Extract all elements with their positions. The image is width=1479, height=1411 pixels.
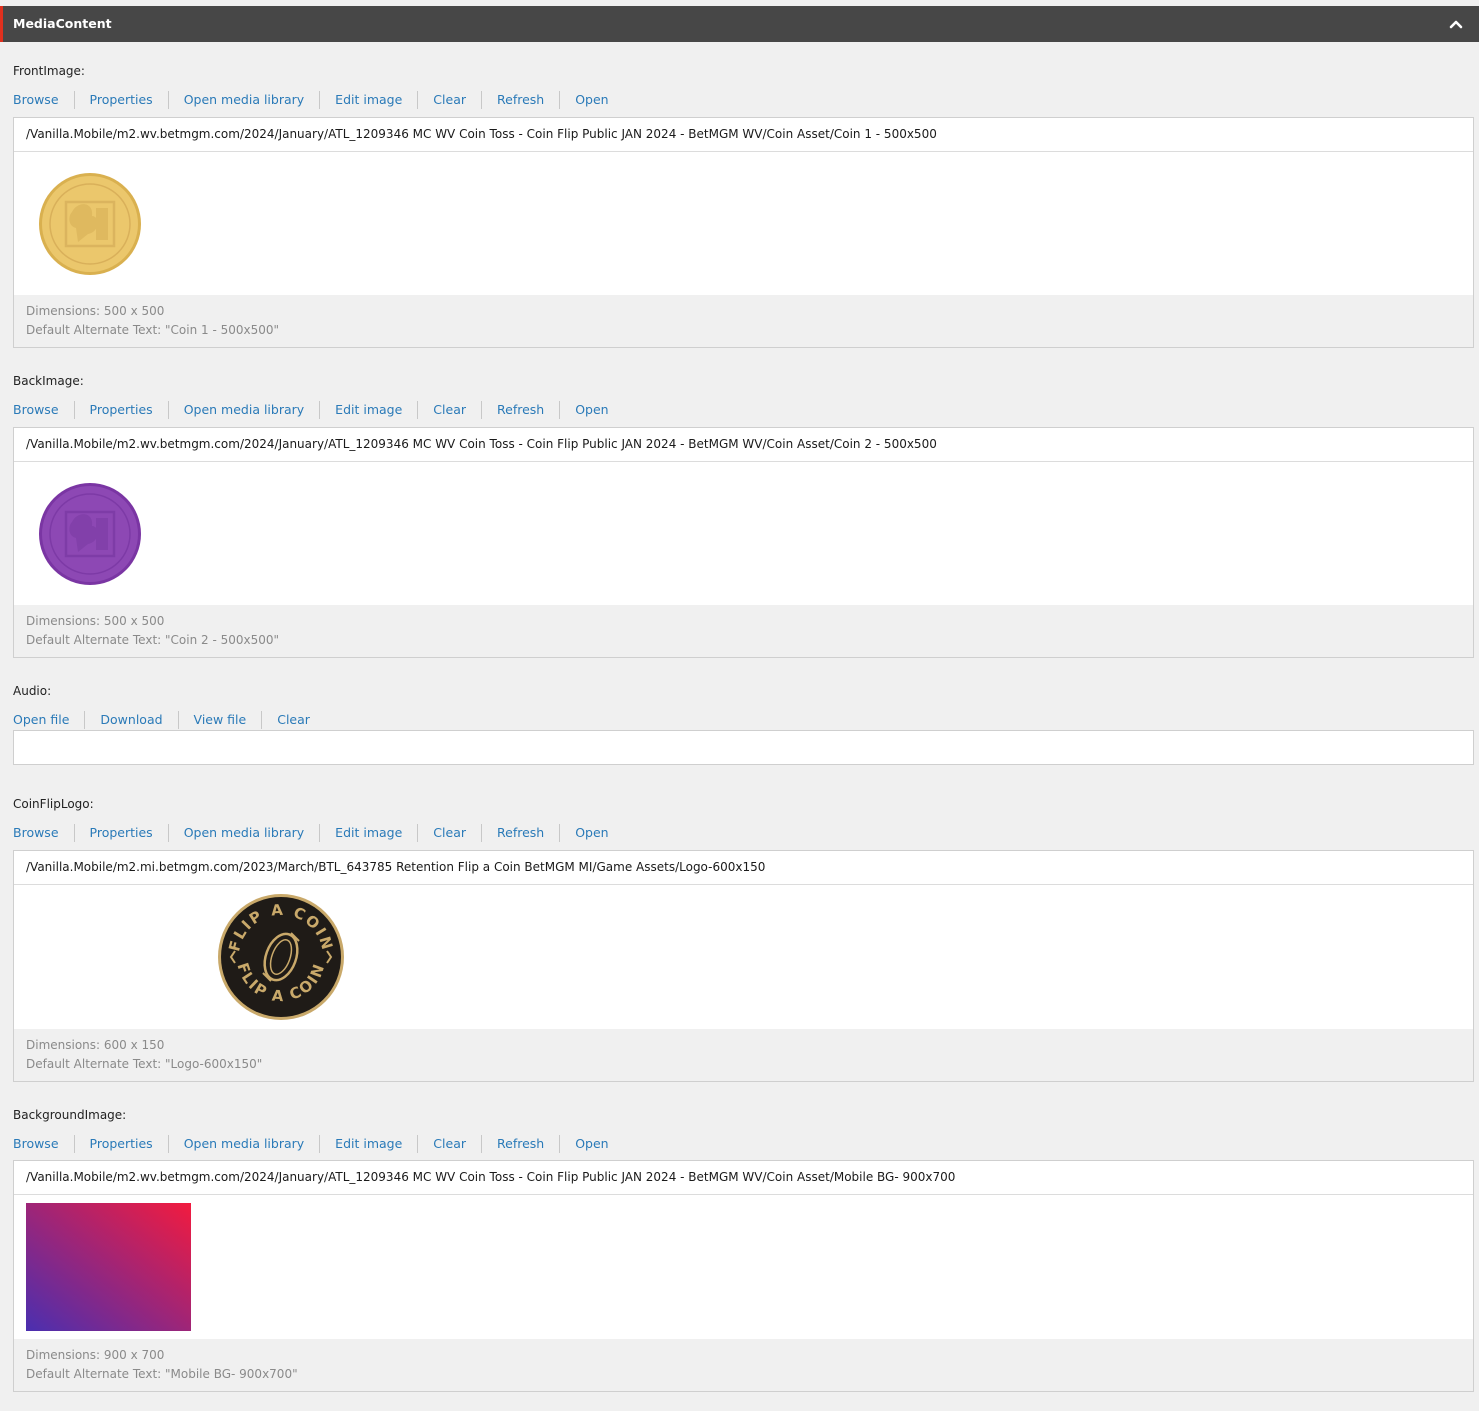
image-actions-toolbar: Browse Properties Open media library Edi… bbox=[13, 1135, 624, 1153]
refresh-link[interactable]: Refresh bbox=[481, 91, 559, 109]
image-path-field[interactable]: /Vanilla.Mobile/m2.wv.betmgm.com/2024/Ja… bbox=[14, 1161, 1473, 1195]
section-header-media-content[interactable]: MediaContent bbox=[0, 6, 1479, 42]
image-preview-area bbox=[14, 462, 1473, 606]
image-dimensions: Dimensions: 500 x 500 bbox=[26, 304, 165, 318]
browse-link[interactable]: Browse bbox=[13, 401, 74, 419]
properties-link[interactable]: Properties bbox=[73, 91, 168, 109]
audio-input[interactable] bbox=[13, 730, 1474, 765]
view-file-link[interactable]: View file bbox=[177, 711, 262, 729]
image-path-text: /Vanilla.Mobile/m2.wv.betmgm.com/2024/Ja… bbox=[26, 1170, 956, 1184]
image-path-field[interactable]: /Vanilla.Mobile/m2.mi.betmgm.com/2023/Ma… bbox=[14, 851, 1473, 885]
clear-link[interactable]: Clear bbox=[417, 1135, 481, 1153]
open-file-link[interactable]: Open file bbox=[13, 711, 84, 729]
field-label: CoinFlipLogo: bbox=[13, 797, 94, 811]
chevron-up-icon[interactable] bbox=[1449, 18, 1463, 30]
coin-flip-logo-field: CoinFlipLogo: Browse Properties Open med… bbox=[13, 797, 1474, 1082]
gold-coin-image[interactable] bbox=[38, 172, 142, 276]
image-info-area: Dimensions: 500 x 500 Default Alternate … bbox=[14, 295, 1473, 347]
image-field-box: /Vanilla.Mobile/m2.wv.betmgm.com/2024/Ja… bbox=[13, 1160, 1474, 1392]
section-title: MediaContent bbox=[13, 16, 112, 31]
clear-link[interactable]: Clear bbox=[417, 824, 481, 842]
download-link[interactable]: Download bbox=[84, 711, 177, 729]
browse-link[interactable]: Browse bbox=[13, 1135, 74, 1153]
image-actions-toolbar: Browse Properties Open media library Edi… bbox=[13, 824, 624, 842]
gradient-background-image[interactable] bbox=[26, 1203, 191, 1331]
image-dimensions: Dimensions: 600 x 150 bbox=[26, 1038, 165, 1052]
clear-link[interactable]: Clear bbox=[417, 91, 481, 109]
image-alt-text: Default Alternate Text: "Coin 2 - 500x50… bbox=[26, 633, 280, 647]
image-info-area: Dimensions: 500 x 500 Default Alternate … bbox=[14, 605, 1473, 657]
open-media-library-link[interactable]: Open media library bbox=[167, 824, 319, 842]
image-preview-area bbox=[14, 1195, 1473, 1339]
image-preview-area bbox=[14, 152, 1473, 296]
edit-image-link[interactable]: Edit image bbox=[319, 91, 417, 109]
open-link[interactable]: Open bbox=[559, 824, 623, 842]
refresh-link[interactable]: Refresh bbox=[481, 1135, 559, 1153]
image-preview-area: FLIP A COIN FLIP A COIN bbox=[14, 885, 1473, 1029]
clear-link[interactable]: Clear bbox=[261, 711, 325, 729]
image-path-text: /Vanilla.Mobile/m2.wv.betmgm.com/2024/Ja… bbox=[26, 127, 937, 141]
front-image-field: FrontImage: Browse Properties Open media… bbox=[13, 64, 1474, 348]
clear-link[interactable]: Clear bbox=[417, 401, 481, 419]
field-label: FrontImage: bbox=[13, 64, 85, 78]
open-media-library-link[interactable]: Open media library bbox=[167, 401, 319, 419]
properties-link[interactable]: Properties bbox=[73, 824, 168, 842]
refresh-link[interactable]: Refresh bbox=[481, 824, 559, 842]
image-dimensions: Dimensions: 900 x 700 bbox=[26, 1348, 165, 1362]
audio-field: Audio: Open file Download View file Clea… bbox=[13, 684, 1474, 772]
image-field-box: /Vanilla.Mobile/m2.mi.betmgm.com/2023/Ma… bbox=[13, 850, 1474, 1082]
browse-link[interactable]: Browse bbox=[13, 91, 74, 109]
image-alt-text: Default Alternate Text: "Coin 1 - 500x50… bbox=[26, 323, 280, 337]
image-path-field[interactable]: /Vanilla.Mobile/m2.wv.betmgm.com/2024/Ja… bbox=[14, 428, 1473, 462]
open-link[interactable]: Open bbox=[559, 91, 623, 109]
purple-coin-image[interactable] bbox=[38, 482, 142, 586]
image-alt-text: Default Alternate Text: "Logo-600x150" bbox=[26, 1057, 263, 1071]
image-path-field[interactable]: /Vanilla.Mobile/m2.wv.betmgm.com/2024/Ja… bbox=[14, 118, 1473, 152]
back-image-field: BackImage: Browse Properties Open media … bbox=[13, 374, 1474, 658]
image-field-box: /Vanilla.Mobile/m2.wv.betmgm.com/2024/Ja… bbox=[13, 117, 1474, 348]
refresh-link[interactable]: Refresh bbox=[481, 401, 559, 419]
open-link[interactable]: Open bbox=[559, 1135, 623, 1153]
field-label: Audio: bbox=[13, 684, 52, 698]
properties-link[interactable]: Properties bbox=[73, 1135, 168, 1153]
image-dimensions: Dimensions: 500 x 500 bbox=[26, 614, 165, 628]
properties-link[interactable]: Properties bbox=[73, 401, 168, 419]
image-actions-toolbar: Browse Properties Open media library Edi… bbox=[13, 91, 624, 109]
open-media-library-link[interactable]: Open media library bbox=[167, 91, 319, 109]
field-label: BackgroundImage: bbox=[13, 1108, 127, 1122]
field-label: BackImage: bbox=[13, 374, 84, 388]
image-actions-toolbar: Browse Properties Open media library Edi… bbox=[13, 401, 624, 419]
flip-a-coin-logo[interactable]: FLIP A COIN FLIP A COIN bbox=[217, 893, 345, 1021]
background-image-field: BackgroundImage: Browse Properties Open … bbox=[13, 1108, 1474, 1392]
open-link[interactable]: Open bbox=[559, 401, 623, 419]
image-field-box: /Vanilla.Mobile/m2.wv.betmgm.com/2024/Ja… bbox=[13, 427, 1474, 658]
open-media-library-link[interactable]: Open media library bbox=[167, 1135, 319, 1153]
edit-image-link[interactable]: Edit image bbox=[319, 824, 417, 842]
image-path-text: /Vanilla.Mobile/m2.wv.betmgm.com/2024/Ja… bbox=[26, 437, 937, 451]
browse-link[interactable]: Browse bbox=[13, 824, 74, 842]
audio-actions-toolbar: Open file Download View file Clear bbox=[13, 711, 325, 729]
edit-image-link[interactable]: Edit image bbox=[319, 1135, 417, 1153]
image-info-area: Dimensions: 900 x 700 Default Alternate … bbox=[14, 1339, 1473, 1391]
image-path-text: /Vanilla.Mobile/m2.mi.betmgm.com/2023/Ma… bbox=[26, 860, 766, 874]
image-info-area: Dimensions: 600 x 150 Default Alternate … bbox=[14, 1029, 1473, 1081]
edit-image-link[interactable]: Edit image bbox=[319, 401, 417, 419]
image-alt-text: Default Alternate Text: "Mobile BG- 900x… bbox=[26, 1367, 298, 1381]
